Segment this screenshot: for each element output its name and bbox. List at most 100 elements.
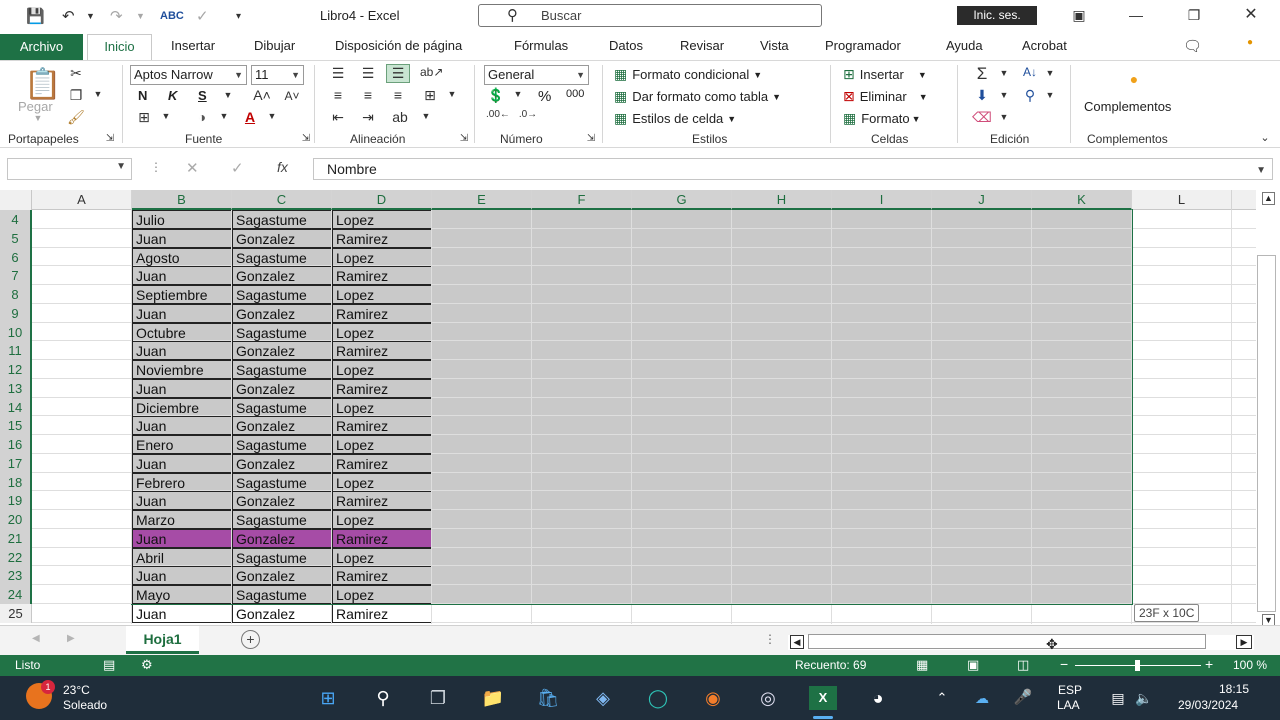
decrease-indent-icon[interactable]: ⇤: [328, 109, 348, 126]
row-header[interactable]: 9: [0, 303, 32, 323]
zoom-in-icon[interactable]: +: [1205, 656, 1213, 672]
undo-dropdown-icon[interactable]: ▼: [86, 6, 95, 26]
format-cells-button[interactable]: ▦ Formato ▼: [843, 110, 921, 127]
cell-styles-button[interactable]: ▦ Estilos de celda ▼: [614, 110, 736, 127]
row-header[interactable]: 4: [0, 210, 32, 229]
tab-disposicion[interactable]: Disposición de página: [335, 38, 462, 53]
alignment-launcher-icon[interactable]: ⇲: [454, 133, 474, 144]
column-header-j[interactable]: J: [932, 190, 1032, 210]
show-hidden-icons[interactable]: ⌃: [928, 686, 956, 710]
currency-dropdown-icon[interactable]: ▼: [508, 89, 528, 99]
accessibility-icon[interactable]: ⚙: [141, 657, 153, 673]
task-view-icon[interactable]: ❐: [424, 686, 452, 710]
align-bottom-icon[interactable]: ☰: [386, 64, 410, 83]
minimize-button[interactable]: —: [1121, 4, 1151, 26]
add-sheet-icon[interactable]: +: [241, 630, 260, 649]
column-header-h[interactable]: H: [732, 190, 832, 210]
sort-filter-dropdown-icon[interactable]: ▼: [1040, 68, 1060, 78]
font-color-icon[interactable]: A: [240, 109, 260, 125]
undo-icon[interactable]: ↶: [62, 6, 75, 26]
column-header-f[interactable]: F: [532, 190, 632, 210]
tab-acrobat[interactable]: Acrobat: [1022, 38, 1067, 53]
formula-input[interactable]: Nombre ▼: [313, 158, 1273, 180]
name-box[interactable]: ▼: [7, 158, 132, 180]
autosum-icon[interactable]: Σ: [972, 64, 992, 84]
merge-center-icon[interactable]: ⊞: [420, 87, 440, 104]
fill-color-dropdown-icon[interactable]: ▼: [214, 111, 234, 121]
worksheet-grid[interactable]: ABCDEFGHIJKL 4 Julio Sagastume Lopez 5 Juan Go…: [0, 190, 1256, 624]
table-cell[interactable]: Ramirez: [332, 603, 432, 623]
copy-icon[interactable]: ❐: [66, 87, 86, 104]
select-all-corner[interactable]: [0, 190, 32, 210]
tab-insertar[interactable]: Insertar: [171, 38, 215, 53]
clear-icon[interactable]: ⌫: [972, 109, 992, 126]
sign-in-button[interactable]: Inic. ses.: [957, 6, 1037, 25]
edge-browser-icon[interactable]: ◯: [644, 686, 672, 710]
windows-start-icon[interactable]: ⊞: [314, 686, 342, 710]
weather-desc[interactable]: Soleado: [63, 698, 107, 712]
column-header-a[interactable]: A: [32, 190, 132, 210]
clock-time[interactable]: 18:15: [1219, 682, 1249, 696]
paste-icon[interactable]: 📋: [24, 67, 61, 102]
increase-font-icon[interactable]: A˄: [252, 87, 272, 103]
align-left-icon[interactable]: ≡: [328, 87, 348, 103]
maximize-button[interactable]: ❐: [1179, 4, 1209, 26]
scroll-right-icon[interactable]: ▶: [1236, 635, 1252, 649]
normal-view-icon[interactable]: ▦: [916, 657, 928, 673]
format-as-table-button[interactable]: ▦ Dar formato como tabla ▼: [614, 88, 781, 105]
decrease-decimal-icon[interactable]: .0→: [518, 109, 538, 120]
comments-icon[interactable]: 🗨: [1183, 37, 1202, 55]
microphone-icon[interactable]: 🎤: [1009, 686, 1037, 710]
row-header[interactable]: 10: [0, 322, 32, 342]
addins-button[interactable]: Complementos: [1084, 99, 1171, 114]
column-header-k[interactable]: K: [1032, 190, 1132, 210]
borders-icon[interactable]: ⊞: [134, 109, 154, 126]
align-top-icon[interactable]: ☰: [328, 65, 348, 82]
italic-button[interactable]: K: [168, 88, 177, 103]
horizontal-scroll-thumb[interactable]: [808, 634, 1206, 649]
row-header[interactable]: 20: [0, 510, 32, 529]
font-color-dropdown-icon[interactable]: ▼: [262, 111, 282, 121]
borders-dropdown-icon[interactable]: ▼: [156, 111, 176, 121]
excel-taskbar-icon[interactable]: X: [809, 686, 837, 710]
network-icon[interactable]: ▤: [1104, 686, 1132, 710]
decrease-font-icon[interactable]: A˅: [282, 89, 302, 103]
tab-inicio[interactable]: Inicio: [87, 34, 152, 62]
conditional-format-button[interactable]: ▦ Formato condicional ▼: [614, 66, 762, 83]
row-header[interactable]: 24: [0, 585, 32, 604]
save-icon[interactable]: 💾: [26, 6, 45, 26]
weather-temp[interactable]: 23°C: [63, 683, 90, 697]
enter-entry-icon[interactable]: ✓: [231, 159, 244, 177]
close-button[interactable]: ✕: [1236, 4, 1266, 26]
column-header-e[interactable]: E: [432, 190, 532, 210]
font-name-combo[interactable]: Aptos Narrow ▼: [130, 65, 247, 85]
tab-revisar[interactable]: Revisar: [680, 38, 724, 53]
fill-color-icon[interactable]: ◑: [192, 109, 212, 125]
column-header-b[interactable]: B: [132, 190, 232, 210]
clipboard-launcher-icon[interactable]: ⇲: [100, 133, 120, 144]
redo-icon[interactable]: ↷: [110, 6, 123, 26]
row-header[interactable]: 25: [0, 603, 32, 623]
row-header[interactable]: 23: [0, 566, 32, 586]
row-header[interactable]: 16: [0, 435, 32, 454]
table-cell[interactable]: Juan: [132, 603, 232, 623]
find-icon[interactable]: ⚲: [1020, 87, 1040, 104]
font-launcher-icon[interactable]: ⇲: [296, 133, 316, 144]
scroll-left-icon[interactable]: ◀: [790, 635, 804, 649]
firefox-icon[interactable]: ◉: [699, 686, 727, 710]
tab-programador[interactable]: Programador: [825, 38, 901, 53]
table-cell[interactable]: Gonzalez: [232, 603, 332, 623]
orientation-icon[interactable]: ab↗: [420, 65, 443, 79]
row-header[interactable]: 14: [0, 397, 32, 417]
align-middle-icon[interactable]: ☰: [358, 65, 378, 82]
fill-down-icon[interactable]: ⬇: [972, 87, 992, 104]
thousands-button[interactable]: 000: [566, 88, 584, 100]
clear-dropdown-icon[interactable]: ▼: [994, 112, 1014, 122]
row-header[interactable]: 11: [0, 341, 32, 361]
cut-icon[interactable]: ✂: [66, 65, 86, 82]
column-header-d[interactable]: D: [332, 190, 432, 210]
align-right-icon[interactable]: ≡: [388, 87, 408, 103]
page-layout-icon[interactable]: ▣: [967, 657, 979, 673]
tab-formulas[interactable]: Fórmulas: [514, 38, 568, 53]
onedrive-icon[interactable]: ☁: [968, 686, 996, 710]
